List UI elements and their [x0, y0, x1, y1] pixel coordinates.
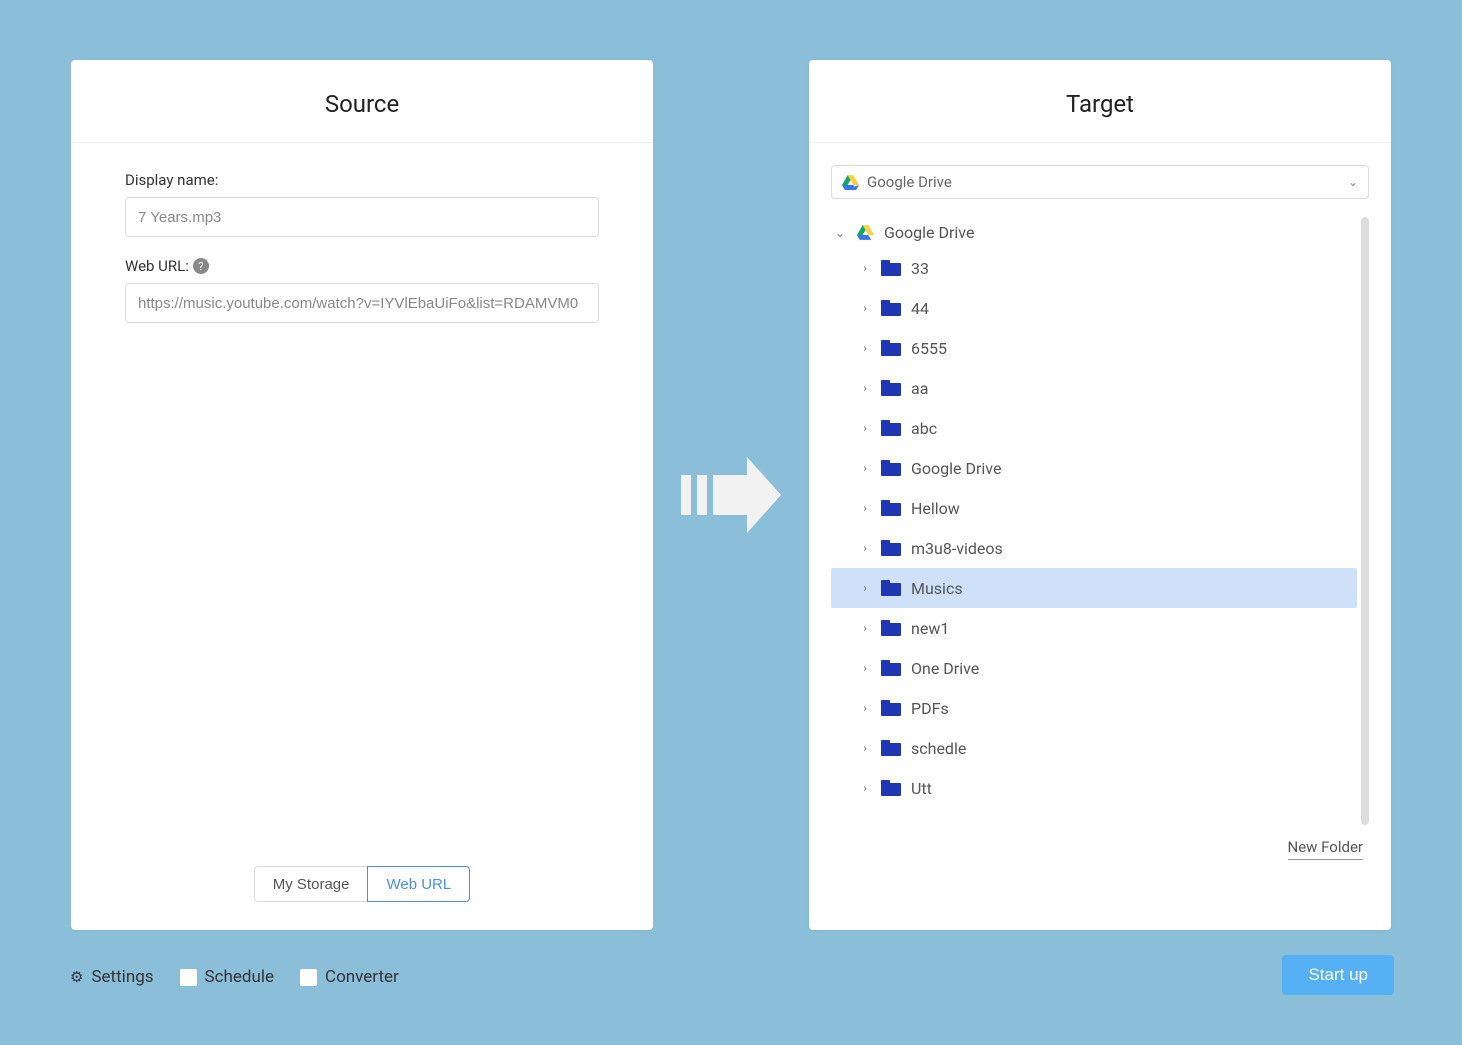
tree-item[interactable]: › new1: [831, 608, 1357, 648]
folder-icon: [881, 460, 901, 476]
source-title: Source: [71, 60, 653, 143]
chevron-right-icon: ›: [859, 701, 871, 715]
source-tabs: My Storage Web URL: [125, 866, 599, 912]
transfer-arrow-icon: [681, 457, 781, 533]
web-url-label: Web URL: ?: [125, 257, 599, 275]
tree-item-label: schedle: [911, 739, 966, 758]
tree-item-label: m3u8-videos: [911, 539, 1003, 558]
chevron-right-icon: ›: [859, 781, 871, 795]
help-icon[interactable]: ?: [193, 258, 209, 274]
chevron-right-icon: ›: [859, 381, 871, 395]
tree-item-label: new1: [911, 619, 949, 638]
scrollbar[interactable]: [1361, 217, 1369, 825]
tree-item[interactable]: › PDFs: [831, 688, 1357, 728]
folder-icon: [881, 500, 901, 516]
tree-item-label: One Drive: [911, 659, 979, 678]
tree-item-label: Hellow: [911, 499, 960, 518]
tree-item[interactable]: › 44: [831, 288, 1357, 328]
display-name-label: Display name:: [125, 171, 599, 189]
folder-icon: [881, 380, 901, 396]
converter-checkbox[interactable]: [300, 969, 317, 986]
tree-root[interactable]: ⌄ Google Drive: [831, 217, 1357, 248]
tree-item[interactable]: › 6555: [831, 328, 1357, 368]
web-url-input[interactable]: [125, 283, 599, 323]
tree-item-label: 33: [911, 259, 929, 278]
chevron-right-icon: ›: [859, 541, 871, 555]
drive-selector-label: Google Drive: [867, 173, 952, 191]
tree-item[interactable]: › schedle: [831, 728, 1357, 768]
chevron-right-icon: ›: [859, 301, 871, 315]
tree-item-label: abc: [911, 419, 937, 438]
schedule-label: Schedule: [205, 967, 274, 987]
tree-item[interactable]: › m3u8-videos: [831, 528, 1357, 568]
settings-label: Settings: [91, 967, 153, 987]
folder-icon: [881, 740, 901, 756]
google-drive-icon: [842, 175, 859, 190]
target-panel: Target Google Drive ⌄ ⌄: [809, 60, 1391, 930]
tree-item-label: 44: [911, 299, 929, 318]
folder-icon: [881, 780, 901, 796]
chevron-right-icon: ›: [859, 261, 871, 275]
gear-icon: ⚙: [70, 968, 83, 986]
tree-item[interactable]: › One Drive: [831, 648, 1357, 688]
folder-icon: [881, 260, 901, 276]
folder-icon: [881, 660, 901, 676]
tree-item-label: PDFs: [911, 699, 949, 718]
chevron-right-icon: ›: [859, 621, 871, 635]
tree-item-label: Musics: [911, 579, 963, 598]
google-drive-icon: [857, 225, 874, 240]
chevron-down-icon: ⌄: [1348, 175, 1358, 189]
web-url-label-text: Web URL:: [125, 257, 189, 275]
chevron-right-icon: ›: [859, 581, 871, 595]
schedule-toggle[interactable]: Schedule: [180, 967, 274, 987]
folder-icon: [881, 540, 901, 556]
chevron-right-icon: ›: [859, 421, 871, 435]
tab-web-url[interactable]: Web URL: [367, 866, 470, 902]
folder-icon: [881, 620, 901, 636]
chevron-right-icon: ›: [859, 501, 871, 515]
tree-item[interactable]: › Google Drive: [831, 448, 1357, 488]
tree-root-label: Google Drive: [884, 223, 974, 242]
converter-label: Converter: [325, 967, 399, 987]
tab-my-storage[interactable]: My Storage: [254, 866, 368, 902]
tree-item[interactable]: › Hellow: [831, 488, 1357, 528]
settings-button[interactable]: ⚙ Settings: [70, 967, 154, 987]
chevron-right-icon: ›: [859, 341, 871, 355]
tree-item-label: aa: [911, 379, 928, 398]
start-up-button[interactable]: Start up: [1282, 955, 1394, 995]
schedule-checkbox[interactable]: [180, 969, 197, 986]
footer-bar: ⚙ Settings Schedule Converter: [70, 967, 399, 987]
folder-icon: [881, 420, 901, 436]
tree-item-label: Google Drive: [911, 459, 1001, 478]
tree-item[interactable]: › aa: [831, 368, 1357, 408]
chevron-down-icon: ⌄: [835, 226, 847, 240]
tree-item-label: 6555: [911, 339, 947, 358]
target-title: Target: [809, 60, 1391, 143]
folder-tree: ⌄ Google Drive › 33 › 44 › 6555 › aa › abc › Google…: [831, 217, 1369, 825]
folder-icon: [881, 300, 901, 316]
chevron-right-icon: ›: [859, 741, 871, 755]
chevron-right-icon: ›: [859, 461, 871, 475]
tree-item[interactable]: › abc: [831, 408, 1357, 448]
folder-icon: [881, 700, 901, 716]
new-folder-button[interactable]: New Folder: [1288, 838, 1363, 860]
folder-icon: [881, 340, 901, 356]
tree-item[interactable]: › Musics: [831, 568, 1357, 608]
display-name-input[interactable]: [125, 197, 599, 237]
chevron-right-icon: ›: [859, 661, 871, 675]
tree-item-label: Utt: [911, 779, 932, 798]
tree-item[interactable]: › 33: [831, 248, 1357, 288]
folder-icon: [881, 580, 901, 596]
converter-toggle[interactable]: Converter: [300, 967, 399, 987]
tree-item[interactable]: › Utt: [831, 768, 1357, 808]
source-panel: Source Display name: Web URL: ? My Stora…: [71, 60, 653, 930]
drive-selector[interactable]: Google Drive ⌄: [831, 165, 1369, 199]
